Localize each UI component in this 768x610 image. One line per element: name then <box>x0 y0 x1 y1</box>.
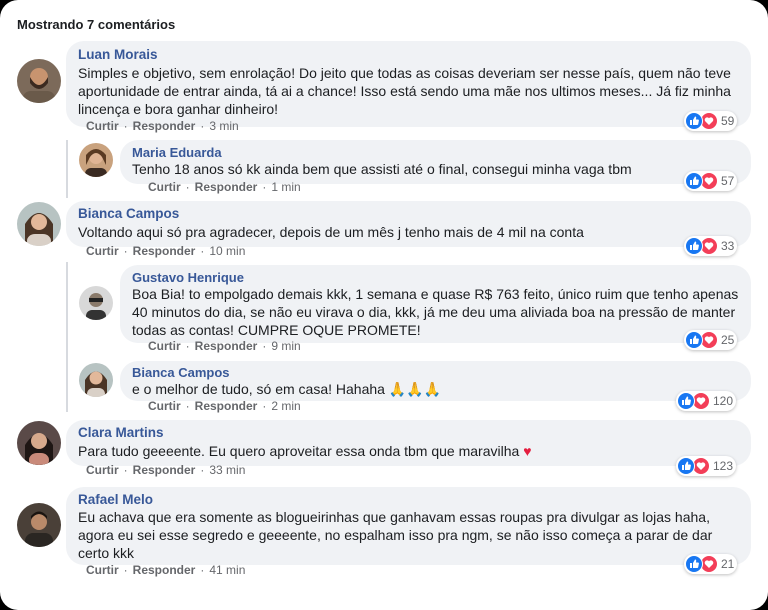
comments-panel: Mostrando 7 comentários Luan Morais Simp… <box>0 0 768 610</box>
comment-text: Eu achava que era somente as blogueirinh… <box>78 509 713 561</box>
reply-link[interactable]: Responder <box>195 180 258 194</box>
comment-bubble: Bianca Campos Voltando aqui só pra agrad… <box>66 201 751 247</box>
reaction-count: 59 <box>721 114 735 128</box>
avatar[interactable] <box>17 59 61 103</box>
reaction-count: 123 <box>713 459 734 473</box>
author-name[interactable]: Luan Morais <box>78 47 739 62</box>
reaction-summary[interactable]: 33 <box>684 236 738 256</box>
comment-bubble: Gustavo Henrique Boa Bia! to empolgado d… <box>120 265 751 343</box>
reaction-count: 57 <box>721 174 735 188</box>
heart-emoji: ♥ <box>523 443 532 459</box>
comment-bubble: Clara Martins Para tudo geeeente. Eu que… <box>66 420 751 466</box>
comment-text: Tenho 18 anos só kk ainda bem que assist… <box>132 161 632 177</box>
thread-line <box>66 262 68 412</box>
thread-line <box>66 140 68 198</box>
comment-text: Para tudo geeeente. Eu quero aproveitar … <box>78 443 532 459</box>
reply-link[interactable]: Responder <box>133 119 196 133</box>
timestamp: 41 min <box>209 563 246 577</box>
thumbs-up-icon <box>685 331 703 349</box>
reply-link[interactable]: Responder <box>195 339 258 353</box>
reply-link[interactable]: Responder <box>195 399 258 413</box>
avatar[interactable] <box>17 503 61 547</box>
avatar[interactable] <box>17 421 61 465</box>
comment-text: Simples e objetivo, sem enrolação! Do je… <box>78 65 731 117</box>
reaction-summary[interactable]: 25 <box>684 330 738 350</box>
author-name[interactable]: Gustavo Henrique <box>132 270 739 285</box>
timestamp: 10 min <box>209 244 246 258</box>
reaction-summary[interactable]: 59 <box>684 111 738 131</box>
reaction-count: 120 <box>713 394 734 408</box>
reaction-count: 25 <box>721 333 735 347</box>
comment-actions: Curtir · Responder · 10 min <box>86 244 246 258</box>
avatar[interactable] <box>79 363 113 397</box>
thumbs-up-icon <box>685 112 703 130</box>
like-link[interactable]: Curtir <box>86 244 119 258</box>
reaction-summary[interactable]: 21 <box>684 554 738 574</box>
comment-actions: Curtir · Responder · 2 min <box>148 399 301 413</box>
comment-actions: Curtir · Responder · 1 min <box>148 180 301 194</box>
thumbs-up-icon <box>685 237 703 255</box>
reaction-summary[interactable]: 123 <box>676 456 737 476</box>
like-link[interactable]: Curtir <box>148 180 181 194</box>
comment-bubble: Bianca Campos e o melhor de tudo, só em … <box>120 361 751 401</box>
comment-bubble: Rafael Melo Eu achava que era somente as… <box>66 487 751 565</box>
comments-count-header: Mostrando 7 comentários <box>17 17 176 32</box>
avatar[interactable] <box>79 286 113 320</box>
avatar[interactable] <box>79 143 113 177</box>
like-link[interactable]: Curtir <box>86 119 119 133</box>
author-name[interactable]: Clara Martins <box>78 425 739 440</box>
reaction-count: 21 <box>721 557 735 571</box>
author-name[interactable]: Bianca Campos <box>78 206 739 221</box>
timestamp: 9 min <box>271 339 301 353</box>
thumbs-up-icon <box>677 457 695 475</box>
comment-text: Voltando aqui só pra agradecer, depois d… <box>78 224 584 240</box>
like-link[interactable]: Curtir <box>86 463 119 477</box>
reply-link[interactable]: Responder <box>133 563 196 577</box>
comment-actions: Curtir · Responder · 9 min <box>148 339 301 353</box>
comment-actions: Curtir · Responder · 41 min <box>86 563 246 577</box>
author-name[interactable]: Maria Eduarda <box>132 145 739 160</box>
avatar[interactable] <box>17 202 61 246</box>
timestamp: 2 min <box>271 399 301 413</box>
comment-bubble: Luan Morais Simples e objetivo, sem enro… <box>66 41 751 127</box>
timestamp: 33 min <box>209 463 246 477</box>
reaction-summary[interactable]: 120 <box>676 391 737 411</box>
thumbs-up-icon <box>677 392 695 410</box>
comment-actions: Curtir · Responder · 33 min <box>86 463 246 477</box>
comment-text: e o melhor de tudo, só em casa! Hahaha 🙏… <box>132 381 442 397</box>
reply-link[interactable]: Responder <box>133 244 196 258</box>
like-link[interactable]: Curtir <box>86 563 119 577</box>
like-link[interactable]: Curtir <box>148 399 181 413</box>
comment-actions: Curtir · Responder · 3 min <box>86 119 239 133</box>
timestamp: 3 min <box>209 119 239 133</box>
reply-link[interactable]: Responder <box>133 463 196 477</box>
comment-text: Boa Bia! to empolgado demais kkk, 1 sema… <box>132 286 739 338</box>
timestamp: 1 min <box>271 180 301 194</box>
reaction-summary[interactable]: 57 <box>684 171 738 191</box>
reaction-count: 33 <box>721 239 735 253</box>
thumbs-up-icon <box>685 172 703 190</box>
comment-bubble: Maria Eduarda Tenho 18 anos só kk ainda … <box>120 140 751 184</box>
author-name[interactable]: Bianca Campos <box>132 365 739 380</box>
author-name[interactable]: Rafael Melo <box>78 492 739 507</box>
like-link[interactable]: Curtir <box>148 339 181 353</box>
thumbs-up-icon <box>685 555 703 573</box>
